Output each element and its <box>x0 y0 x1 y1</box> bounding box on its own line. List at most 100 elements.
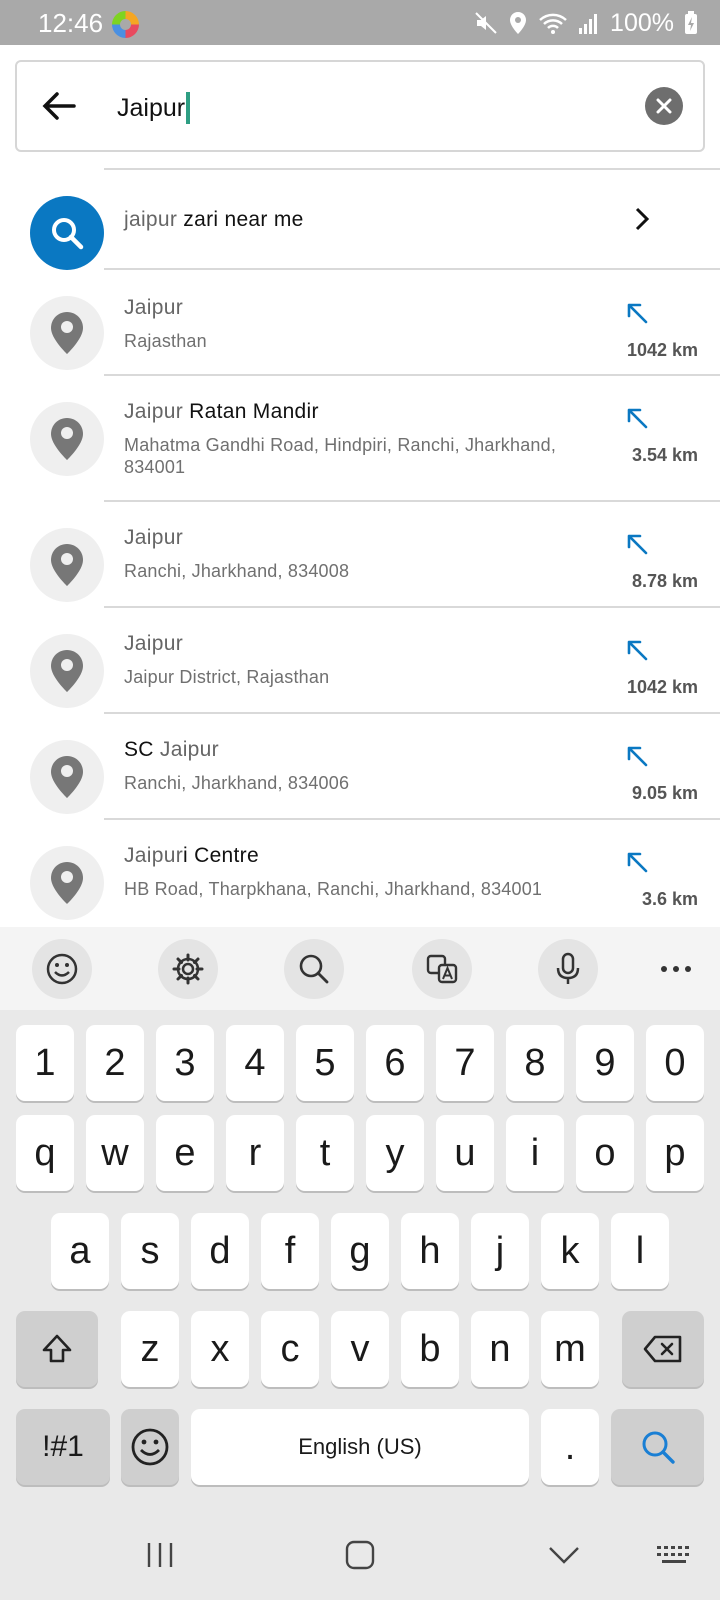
settings-toolbar-button[interactable] <box>158 939 218 999</box>
key-f[interactable]: f <box>261 1213 319 1289</box>
arrow-left-icon <box>42 92 76 120</box>
app-notification-icon <box>112 11 139 38</box>
suggestion-match: jaipur <box>124 208 178 231</box>
distance-label: 3.6 km <box>641 889 698 909</box>
place-title: Jaipur <box>124 632 183 656</box>
key-6[interactable]: 6 <box>366 1025 424 1101</box>
key-o[interactable]: o <box>576 1115 634 1191</box>
arrow-up-left-icon[interactable] <box>624 531 650 557</box>
emoji-key[interactable] <box>121 1409 179 1485</box>
key-v[interactable]: v <box>331 1311 389 1387</box>
key-t[interactable]: t <box>296 1115 354 1191</box>
translate-toolbar-button[interactable] <box>412 939 472 999</box>
place-result-row[interactable]: Jaipur Ranchi, Jharkhand, 834008 8.78 km <box>0 502 720 608</box>
key-l[interactable]: l <box>611 1213 669 1289</box>
key-4[interactable]: 4 <box>226 1025 284 1101</box>
more-options-button[interactable] <box>646 939 706 999</box>
voice-input-button[interactable] <box>538 939 598 999</box>
place-icon-wrap <box>30 846 104 920</box>
key-h[interactable]: h <box>401 1213 459 1289</box>
recent-apps-button[interactable] <box>140 1535 180 1575</box>
key-9[interactable]: 9 <box>576 1025 634 1101</box>
title-rest: i Centre <box>183 844 259 867</box>
key-8[interactable]: 8 <box>506 1025 564 1101</box>
location-icon <box>510 12 527 34</box>
recent-apps-icon <box>147 1543 173 1567</box>
key-z[interactable]: z <box>121 1311 179 1387</box>
shift-key[interactable] <box>16 1311 98 1387</box>
key-w[interactable]: w <box>86 1115 144 1191</box>
key-b[interactable]: b <box>401 1311 459 1387</box>
key-u[interactable]: u <box>436 1115 494 1191</box>
place-result-row[interactable]: SC Jaipur Ranchi, Jharkhand, 834006 9.05… <box>0 714 720 820</box>
translate-icon <box>426 954 458 984</box>
back-button[interactable] <box>37 84 81 128</box>
key-n[interactable]: n <box>471 1311 529 1387</box>
search-input[interactable]: Jaipur <box>117 92 191 124</box>
place-subtitle: Ranchi, Jharkhand, 834006 <box>124 773 350 793</box>
home-button[interactable] <box>340 1535 380 1575</box>
place-result-row[interactable]: Jaipuri Centre HB Road, Tharpkhana, Ranc… <box>0 820 720 926</box>
gear-icon <box>172 953 204 985</box>
arrow-up-left-icon[interactable] <box>624 743 650 769</box>
search-suggestion-row[interactable]: jaipur zari near me <box>0 170 720 270</box>
key-i[interactable]: i <box>506 1115 564 1191</box>
key-3[interactable]: 3 <box>156 1025 214 1101</box>
key-a[interactable]: a <box>51 1213 109 1289</box>
space-key[interactable]: English (US) <box>191 1409 529 1485</box>
key-m[interactable]: m <box>541 1311 599 1387</box>
key-q[interactable]: q <box>16 1115 74 1191</box>
key-d[interactable]: d <box>191 1213 249 1289</box>
key-0[interactable]: 0 <box>646 1025 704 1101</box>
backspace-key[interactable] <box>622 1311 704 1387</box>
place-subtitle: Mahatma Gandhi Road, Hindpiri, Ranchi, J… <box>124 435 557 477</box>
key-x[interactable]: x <box>191 1311 249 1387</box>
arrow-up-left-icon[interactable] <box>624 849 650 875</box>
place-result-row[interactable]: Jaipur Rajasthan 1042 km <box>0 270 720 376</box>
key-2[interactable]: 2 <box>86 1025 144 1101</box>
period-key[interactable]: . <box>541 1409 599 1485</box>
home-icon <box>345 1540 375 1570</box>
keyboard: 1 2 3 4 5 6 7 8 9 0 q w e r t y u i o p … <box>0 927 720 1600</box>
key-5[interactable]: 5 <box>296 1025 354 1101</box>
place-icon-wrap <box>30 740 104 814</box>
hide-keyboard-button[interactable] <box>544 1535 584 1575</box>
title-match: Jaipur <box>159 738 219 761</box>
emoji-toolbar-button[interactable] <box>32 939 92 999</box>
keyboard-switch-button[interactable] <box>654 1535 694 1575</box>
mute-icon <box>475 12 497 34</box>
arrow-up-left-icon[interactable] <box>624 405 650 431</box>
backspace-icon <box>643 1335 682 1363</box>
key-y[interactable]: y <box>366 1115 424 1191</box>
key-c[interactable]: c <box>261 1311 319 1387</box>
text-cursor <box>186 92 191 124</box>
place-result-row[interactable]: Jaipur Jaipur District, Rajasthan 1042 k… <box>0 608 720 714</box>
map-pin-icon <box>51 862 83 904</box>
key-g[interactable]: g <box>331 1213 389 1289</box>
map-pin-icon <box>51 756 83 798</box>
title-match: Jaipur <box>124 296 183 319</box>
clear-search-button[interactable] <box>645 87 683 125</box>
arrow-up-left-icon[interactable] <box>624 637 650 663</box>
title-match: Jaipur <box>124 526 183 549</box>
map-pin-icon <box>51 544 83 586</box>
place-result-row[interactable]: Jaipur Ratan Mandir Mahatma Gandhi Road,… <box>0 376 720 502</box>
search-submit-key[interactable] <box>611 1409 704 1485</box>
smiley-icon <box>46 953 78 985</box>
place-icon-wrap <box>30 634 104 708</box>
search-toolbar-button[interactable] <box>284 939 344 999</box>
key-7[interactable]: 7 <box>436 1025 494 1101</box>
place-subtitle: Jaipur District, Rajasthan <box>124 667 330 687</box>
key-s[interactable]: s <box>121 1213 179 1289</box>
signal-icon <box>579 14 598 34</box>
key-1[interactable]: 1 <box>16 1025 74 1101</box>
symbols-key[interactable]: !#1 <box>16 1409 110 1485</box>
key-e[interactable]: e <box>156 1115 214 1191</box>
key-k[interactable]: k <box>541 1213 599 1289</box>
key-p[interactable]: p <box>646 1115 704 1191</box>
distance-label: 8.78 km <box>631 571 698 591</box>
suggestion-text: jaipur zari near me <box>124 208 304 232</box>
arrow-up-left-icon[interactable] <box>624 300 650 326</box>
key-r[interactable]: r <box>226 1115 284 1191</box>
key-j[interactable]: j <box>471 1213 529 1289</box>
